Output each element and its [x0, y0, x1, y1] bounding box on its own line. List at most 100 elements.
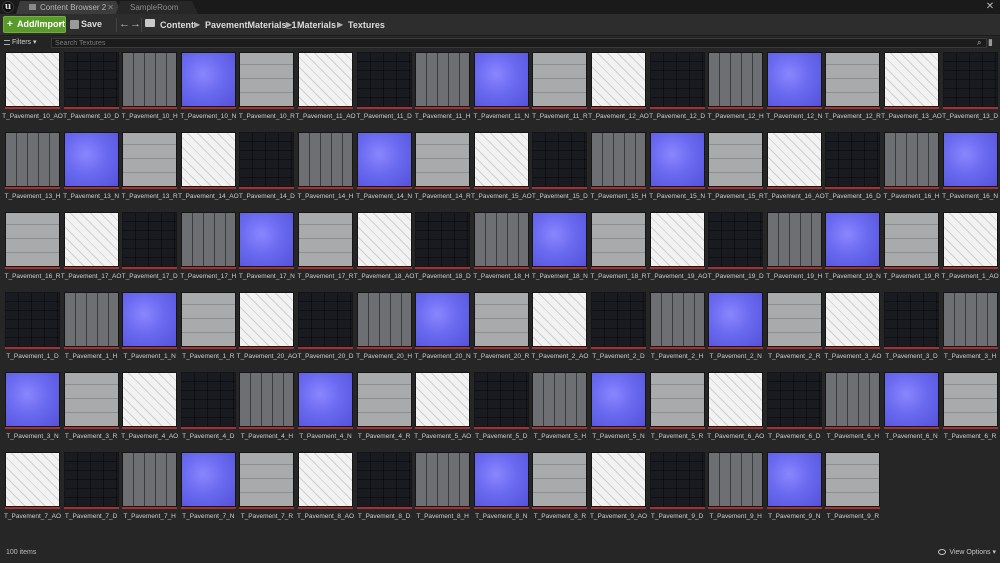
close-tab-icon[interactable]: ✕: [107, 1, 114, 14]
asset-tile[interactable]: T_Pavement_13_N: [63, 132, 119, 207]
asset-tile[interactable]: T_Pavement_19_AO: [647, 212, 707, 287]
asset-tile[interactable]: T_Pavement_13_AO: [881, 52, 942, 127]
breadcrumb-separator-icon[interactable]: ▶: [286, 18, 292, 32]
asset-tile[interactable]: T_Pavement_17_N: [239, 212, 295, 287]
asset-tile[interactable]: T_Pavement_18_D: [415, 212, 471, 287]
asset-tile[interactable]: T_Pavement_3_R: [63, 372, 119, 447]
asset-tile[interactable]: T_Pavement_17_D: [122, 212, 178, 287]
asset-tile[interactable]: T_Pavement_7_AO: [4, 452, 61, 527]
asset-tile[interactable]: T_Pavement_14_N: [356, 132, 412, 207]
asset-tile[interactable]: T_Pavement_10_R: [239, 52, 295, 127]
asset-tile[interactable]: T_Pavement_19_R: [883, 212, 940, 287]
asset-tile[interactable]: T_Pavement_11_R: [532, 52, 588, 127]
asset-tile[interactable]: T_Pavement_20_R: [473, 292, 529, 367]
asset-tile[interactable]: T_Pavement_15_R: [708, 132, 764, 207]
asset-tile[interactable]: T_Pavement_14_D: [239, 132, 295, 207]
asset-tile[interactable]: T_Pavement_13_D: [942, 52, 998, 127]
asset-tile[interactable]: T_Pavement_20_N: [415, 292, 471, 367]
asset-tile[interactable]: T_Pavement_13_H: [4, 132, 61, 207]
close-window-icon[interactable]: ✕: [984, 0, 996, 13]
asset-tile[interactable]: T_Pavement_2_AO: [531, 292, 588, 367]
asset-tile[interactable]: T_Pavement_8_R: [532, 452, 588, 527]
asset-tile[interactable]: T_Pavement_5_AO: [414, 372, 471, 447]
asset-tile[interactable]: T_Pavement_15_H: [590, 132, 647, 207]
asset-tile[interactable]: T_Pavement_12_H: [708, 52, 764, 127]
asset-tile[interactable]: T_Pavement_1_R: [180, 292, 236, 367]
asset-tile[interactable]: T_Pavement_5_D: [473, 372, 529, 447]
asset-tile[interactable]: T_Pavement_2_H: [649, 292, 705, 367]
asset-tile[interactable]: T_Pavement_4_D: [180, 372, 236, 447]
asset-tile[interactable]: T_Pavement_6_H: [825, 372, 881, 447]
asset-tile[interactable]: T_Pavement_18_R: [590, 212, 647, 287]
save-all-button[interactable]: Save All: [69, 16, 113, 46]
asset-tile[interactable]: T_Pavement_7_N: [180, 452, 236, 527]
asset-tile[interactable]: T_Pavement_10_AO: [2, 52, 63, 127]
asset-tile[interactable]: T_Pavement_12_AO: [588, 52, 649, 127]
asset-tile[interactable]: T_Pavement_15_N: [649, 132, 705, 207]
asset-tile[interactable]: T_Pavement_5_R: [649, 372, 705, 447]
asset-tile[interactable]: T_Pavement_11_H: [415, 52, 470, 127]
view-options-button[interactable]: View Options ▾: [938, 548, 996, 556]
asset-tile[interactable]: T_Pavement_15_AO: [471, 132, 532, 207]
asset-tile[interactable]: T_Pavement_2_R: [766, 292, 822, 367]
asset-tile[interactable]: T_Pavement_14_R: [415, 132, 471, 207]
asset-tile[interactable]: T_Pavement_14_AO: [178, 132, 239, 207]
asset-tile[interactable]: T_Pavement_16_N: [942, 132, 998, 207]
asset-tile[interactable]: T_Pavement_18_AO: [354, 212, 414, 287]
add-import-button[interactable]: + Add/Import ▾: [3, 16, 66, 33]
asset-tile[interactable]: T_Pavement_4_AO: [121, 372, 178, 447]
asset-tile[interactable]: T_Pavement_13_R: [122, 132, 178, 207]
filters-button[interactable]: Filters ▾: [2, 37, 48, 48]
asset-tile[interactable]: T_Pavement_17_R: [297, 212, 354, 287]
asset-tile[interactable]: T_Pavement_19_D: [708, 212, 764, 287]
search-input[interactable]: [51, 38, 987, 48]
back-arrow-icon[interactable]: ←: [119, 17, 130, 32]
asset-tile[interactable]: T_Pavement_6_D: [766, 372, 822, 447]
asset-tile[interactable]: T_Pavement_1_H: [63, 292, 119, 367]
asset-tile[interactable]: T_Pavement_3_N: [5, 372, 60, 447]
asset-tile[interactable]: T_Pavement_9_N: [766, 452, 822, 527]
asset-tile[interactable]: T_Pavement_11_AO: [295, 52, 356, 127]
asset-tile[interactable]: T_Pavement_20_D: [297, 292, 354, 367]
asset-tile[interactable]: T_Pavement_14_H: [297, 132, 354, 207]
asset-tile[interactable]: T_Pavement_19_H: [766, 212, 822, 287]
breadcrumb-content[interactable]: Content: [160, 18, 194, 32]
asset-tile[interactable]: T_Pavement_16_H: [883, 132, 940, 207]
asset-tile[interactable]: T_Pavement_8_AO: [297, 452, 354, 527]
asset-tile[interactable]: T_Pavement_2_N: [708, 292, 764, 367]
asset-tile[interactable]: T_Pavement_10_D: [63, 52, 119, 127]
asset-tile[interactable]: T_Pavement_1_N: [122, 292, 178, 367]
breadcrumb-materials[interactable]: Materials: [297, 18, 336, 32]
asset-tile[interactable]: T_Pavement_9_R: [825, 452, 881, 527]
asset-tile[interactable]: T_Pavement_6_AO: [707, 372, 764, 447]
asset-tile[interactable]: T_Pavement_3_AO: [824, 292, 881, 367]
breadcrumb-separator-icon[interactable]: ▶: [194, 18, 200, 32]
asset-tile[interactable]: T_Pavement_20_AO: [237, 292, 297, 367]
asset-tile[interactable]: T_Pavement_5_N: [591, 372, 646, 447]
asset-tile[interactable]: T_Pavement_17_AO: [61, 212, 121, 287]
asset-tile[interactable]: T_Pavement_20_H: [356, 292, 412, 367]
asset-tile[interactable]: T_Pavement_8_N: [473, 452, 529, 527]
asset-tile[interactable]: T_Pavement_12_R: [825, 52, 881, 127]
asset-tile[interactable]: T_Pavement_4_R: [356, 372, 412, 447]
asset-tile[interactable]: T_Pavement_18_N: [532, 212, 588, 287]
tab-content-browser-2[interactable]: Content Browser 2 ✕: [16, 1, 122, 14]
asset-tile[interactable]: T_Pavement_7_D: [63, 452, 119, 527]
asset-tile[interactable]: T_Pavement_10_N: [180, 52, 236, 127]
asset-tile[interactable]: T_Pavement_8_H: [415, 452, 471, 527]
asset-tile[interactable]: T_Pavement_16_AO: [764, 132, 825, 207]
asset-tile[interactable]: T_Pavement_11_D: [356, 52, 412, 127]
asset-tile[interactable]: T_Pavement_9_AO: [590, 452, 647, 527]
asset-tile[interactable]: T_Pavement_3_H: [942, 292, 998, 367]
breadcrumb-textures[interactable]: Textures: [348, 18, 385, 32]
tab-sampleroom[interactable]: SampleRoom: [116, 1, 198, 14]
breadcrumb-pavementmaterials[interactable]: PavementMaterials_1: [205, 18, 297, 32]
asset-tile[interactable]: T_Pavement_6_N: [884, 372, 939, 447]
asset-tile[interactable]: T_Pavement_16_R: [4, 212, 61, 287]
asset-tile[interactable]: T_Pavement_8_D: [356, 452, 412, 527]
asset-tile[interactable]: T_Pavement_3_D: [884, 292, 939, 367]
asset-tile[interactable]: T_Pavement_9_D: [649, 452, 705, 527]
asset-tile[interactable]: T_Pavement_9_H: [708, 452, 764, 527]
asset-tile[interactable]: T_Pavement_12_N: [766, 52, 822, 127]
asset-tile[interactable]: T_Pavement_17_H: [180, 212, 236, 287]
